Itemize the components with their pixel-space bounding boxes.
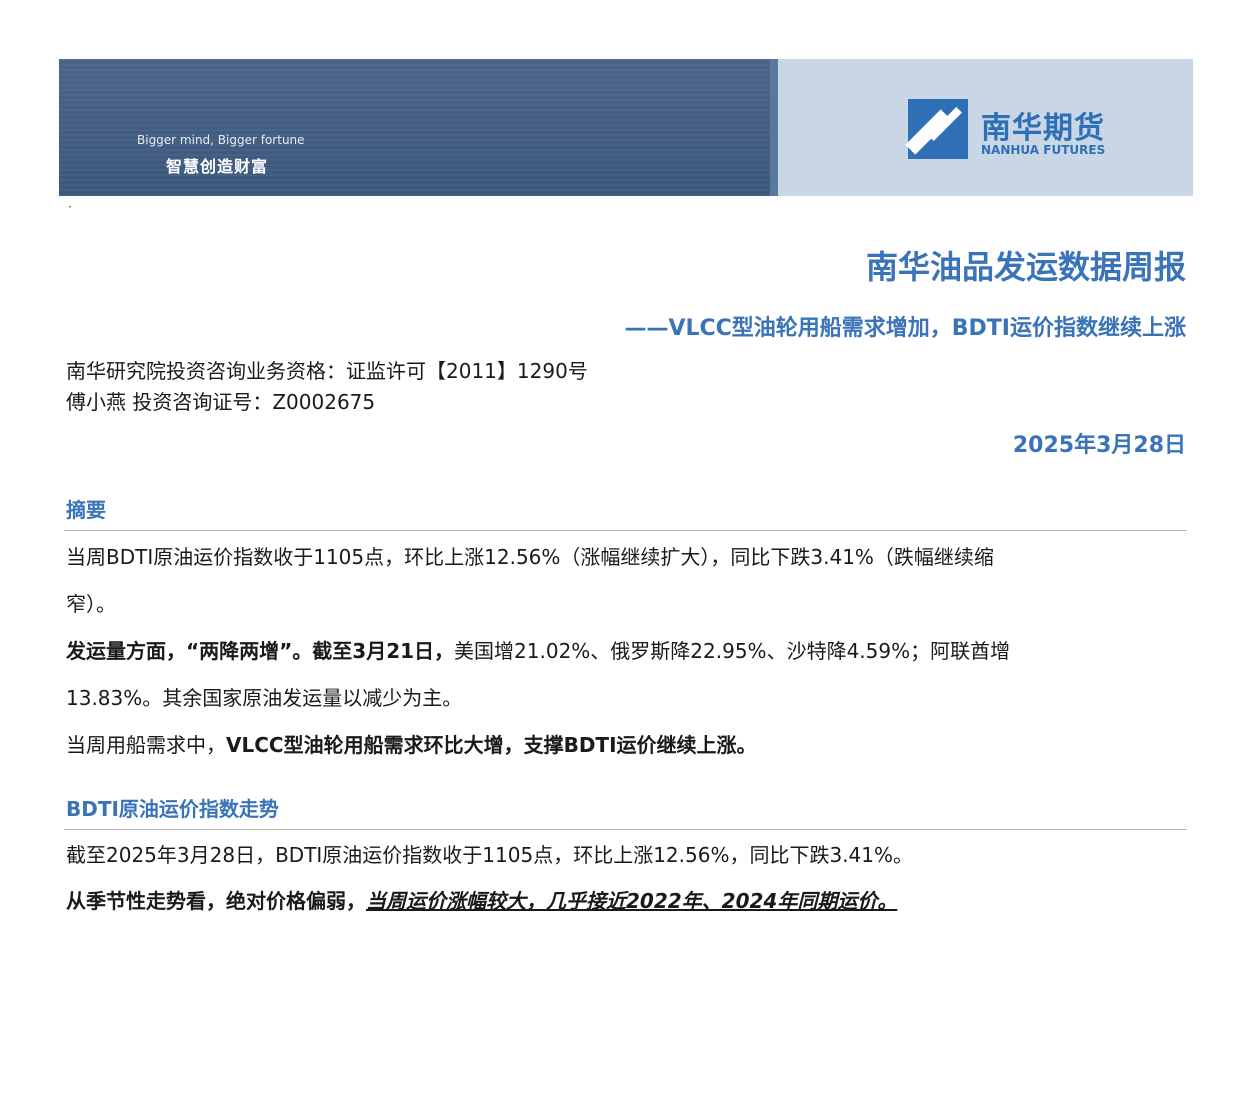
summary-paragraph-1-line-1: 当周BDTI原油运价指数收于1105点，环比上涨12.56%（涨幅继续扩大），同… (66, 545, 994, 569)
bdti-heading: BDTI原油运价指数走势 (66, 797, 279, 821)
summary-paragraph-3-text: 当周用船需求中， (66, 733, 226, 757)
summary-divider (64, 530, 1187, 531)
analyst-info: 傅小燕 投资咨询证号：Z0002675 (66, 390, 376, 414)
report-subtitle: ——VLCC型油轮用船需求增加，BDTI运价指数继续上涨 (624, 316, 1186, 341)
bdti-divider (64, 829, 1187, 830)
summary-paragraph-3: 当周用船需求中，VLCC型油轮用船需求环比大增，支撑BDTI运价继续上涨。 (66, 733, 757, 757)
nanhua-logo-icon (905, 99, 968, 159)
summary-paragraph-2-bold: 发运量方面，“两降两增”。截至3月21日， (66, 639, 455, 663)
summary-paragraph-2: 发运量方面，“两降两增”。截至3月21日，美国增21.02%、俄罗斯降22.95… (66, 639, 1010, 663)
logo-text-english: NANHUA FUTURES (981, 143, 1106, 157)
bdti-paragraph-2-bold: 从季节性走势看，绝对价格偏弱， (66, 889, 366, 913)
report-date: 2025年3月28日 (1012, 433, 1186, 458)
summary-paragraph-1-line-2: 窄）。 (66, 592, 116, 616)
summary-paragraph-3-bold: VLCC型油轮用船需求环比大增，支撑BDTI运价继续上涨。 (226, 733, 757, 757)
slogan-english: Bigger mind, Bigger fortune (137, 133, 305, 147)
report-title: 南华油品发运数据周报 (865, 248, 1186, 286)
banner-divider (770, 59, 778, 196)
license-info: 南华研究院投资咨询业务资格：证监许可【2011】1290号 (66, 359, 588, 383)
logo-text-chinese: 南华期货 (981, 111, 1105, 146)
bdti-paragraph-2-underlined: 当周运价涨幅较大，几乎接近2022年、2024年同期运价。 (366, 889, 898, 913)
bdti-paragraph-1: 截至2025年3月28日，BDTI原油运价指数收于1105点，环比上涨12.56… (66, 843, 914, 867)
bdti-paragraph-2: 从季节性走势看，绝对价格偏弱，当周运价涨幅较大，几乎接近2022年、2024年同… (66, 889, 897, 913)
summary-heading: 摘要 (66, 498, 106, 522)
summary-paragraph-2-line-2: 13.83%。其余国家原油发运量以减少为主。 (66, 686, 463, 710)
slogan-chinese: 智慧创造财富 (166, 157, 269, 176)
page-marker: · (68, 200, 72, 214)
summary-paragraph-2-text: 美国增21.02%、俄罗斯降22.95%、沙特降4.59%；阿联酋增 (454, 639, 1011, 663)
